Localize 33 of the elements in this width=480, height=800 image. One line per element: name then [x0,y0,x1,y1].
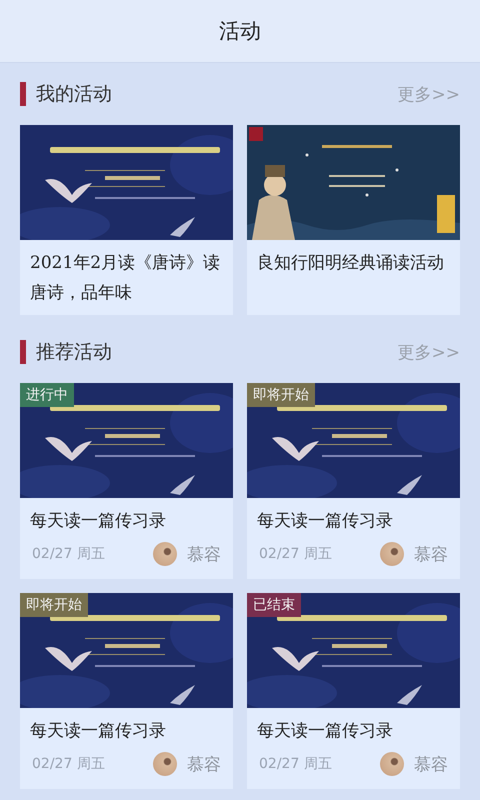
activity-title: 每天读一篇传习录 [256,510,394,533]
avatar [380,752,404,776]
status-badge: 即将开始 [247,383,315,407]
activity-card[interactable]: 即将开始 每天读一篇传习录 02/27 周五 慕容 [247,383,460,579]
activity-title: 每天读一篇传习录 [29,720,167,743]
accent-bar [20,340,26,364]
activity-title: 每天读一篇传习录 [29,510,167,533]
page-title: 活动 [219,18,261,45]
author-name: 慕容 [414,544,448,566]
author-name: 慕容 [187,544,221,566]
activity-date: 02/27 周五 [259,755,332,773]
activity-date: 02/27 周五 [32,755,105,773]
activity-card[interactable]: 2021年2月读《唐诗》读唐诗，品年味 [20,125,233,315]
activity-title: 每天读一篇传习录 [256,720,394,743]
accent-bar [20,82,26,106]
section-title: 推荐活动 [36,340,112,365]
status-badge: 已结束 [247,593,301,617]
activity-date: 02/27 周五 [259,545,332,563]
avatar [153,542,177,566]
status-badge: 即将开始 [20,593,88,617]
avatar [153,752,177,776]
activity-card[interactable]: 良知行阳明经典诵读活动 [247,125,460,315]
section-title: 我的活动 [36,82,112,107]
author-name: 慕容 [187,754,221,776]
activity-title: 2021年2月读《唐诗》读唐诗，品年味 [29,252,222,305]
avatar [380,542,404,566]
activity-card[interactable]: 已结束 每天读一篇传习录 02/27 周五 慕容 [247,593,460,789]
activity-card[interactable]: 即将开始 每天读一篇传习录 02/27 周五 慕容 [20,593,233,789]
activity-card[interactable]: 进行中 每天读一篇传习录 02/27 周五 慕容 [20,383,233,579]
activity-title: 良知行阳明经典诵读活动 [256,252,445,275]
author-name: 慕容 [414,754,448,776]
status-badge: 进行中 [20,383,74,407]
activity-date: 02/27 周五 [32,545,105,563]
